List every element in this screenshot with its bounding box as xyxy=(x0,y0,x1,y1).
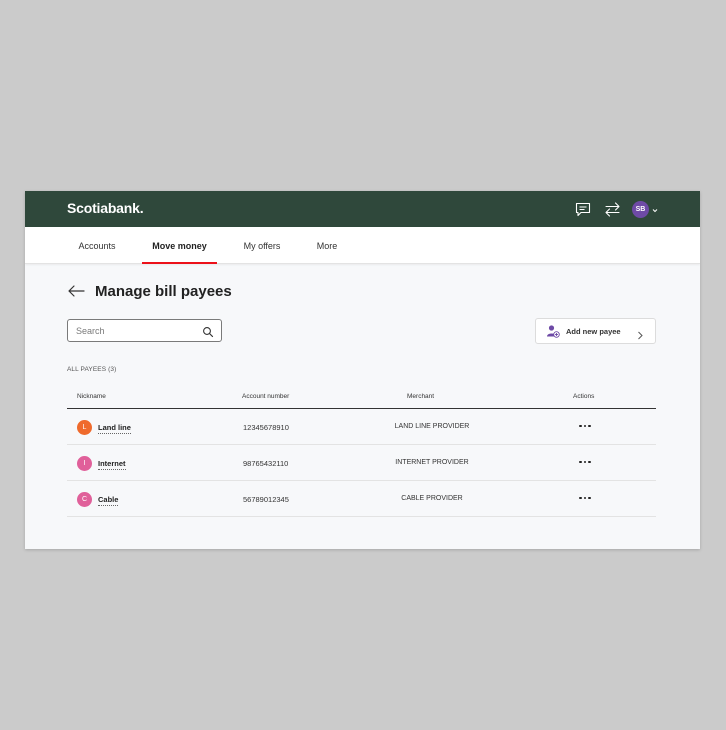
column-header-account-number: Account number xyxy=(242,393,290,400)
payee-nickname-link[interactable]: Internet xyxy=(98,459,126,470)
table-row: L Land line 12345678910 LAND LINE PROVID… xyxy=(67,409,656,445)
chevron-down-icon xyxy=(652,200,658,218)
tab-more[interactable]: More xyxy=(309,227,345,264)
payee-nickname-link[interactable]: Cable xyxy=(98,495,119,506)
table-row: I Internet 98765432110 INTERNET PROVIDER xyxy=(67,445,656,481)
brand-logo[interactable]: Scotiabank. xyxy=(67,200,144,216)
top-bar: Scotiabank. SB xyxy=(25,191,700,227)
transfer-arrows-icon[interactable] xyxy=(603,200,621,218)
payee-nickname-link[interactable]: Land line xyxy=(98,423,131,434)
payee-avatar: C xyxy=(77,492,92,507)
account-number: 56789012345 xyxy=(243,495,289,504)
search-icon[interactable] xyxy=(202,325,214,338)
table-header: Nickname Account number Merchant Actions xyxy=(67,389,656,409)
merchant-name: CABLE PROVIDER xyxy=(401,495,463,502)
main-nav: Accounts Move money My offers More xyxy=(25,227,700,264)
add-new-payee-button[interactable]: Add new payee xyxy=(535,318,656,344)
more-actions-icon[interactable] xyxy=(577,454,593,470)
back-arrow-icon[interactable] xyxy=(67,284,85,298)
tab-move-money[interactable]: Move money xyxy=(142,227,217,264)
avatar[interactable]: SB xyxy=(632,200,649,218)
add-new-payee-label: Add new payee xyxy=(566,326,621,336)
column-header-merchant: Merchant xyxy=(407,393,435,400)
profile-menu[interactable]: SB xyxy=(632,199,658,219)
column-header-nickname: Nickname xyxy=(77,393,106,400)
message-icon[interactable] xyxy=(574,200,592,218)
merchant-name: LAND LINE PROVIDER xyxy=(394,423,470,430)
tab-accounts[interactable]: Accounts xyxy=(69,227,125,264)
more-actions-icon[interactable] xyxy=(577,418,593,434)
chevron-right-icon xyxy=(636,327,644,340)
payee-avatar: I xyxy=(77,456,92,471)
payee-count-label: ALL PAYEES (3) xyxy=(67,366,117,373)
payee-avatar: L xyxy=(77,420,92,435)
more-actions-icon[interactable] xyxy=(577,490,593,506)
account-number: 98765432110 xyxy=(243,459,289,468)
table-row: C Cable 56789012345 CABLE PROVIDER xyxy=(67,481,656,517)
search-field[interactable] xyxy=(67,319,222,342)
add-person-icon xyxy=(546,324,560,338)
account-number: 12345678910 xyxy=(243,423,289,432)
app-window: Scotiabank. SB Accounts Move money My of… xyxy=(25,191,700,549)
merchant-name: INTERNET PROVIDER xyxy=(395,459,469,466)
column-header-actions: Actions xyxy=(573,393,595,400)
page-title: Manage bill payees xyxy=(95,283,232,300)
tab-my-offers[interactable]: My offers xyxy=(234,227,290,264)
search-input[interactable] xyxy=(76,324,196,338)
